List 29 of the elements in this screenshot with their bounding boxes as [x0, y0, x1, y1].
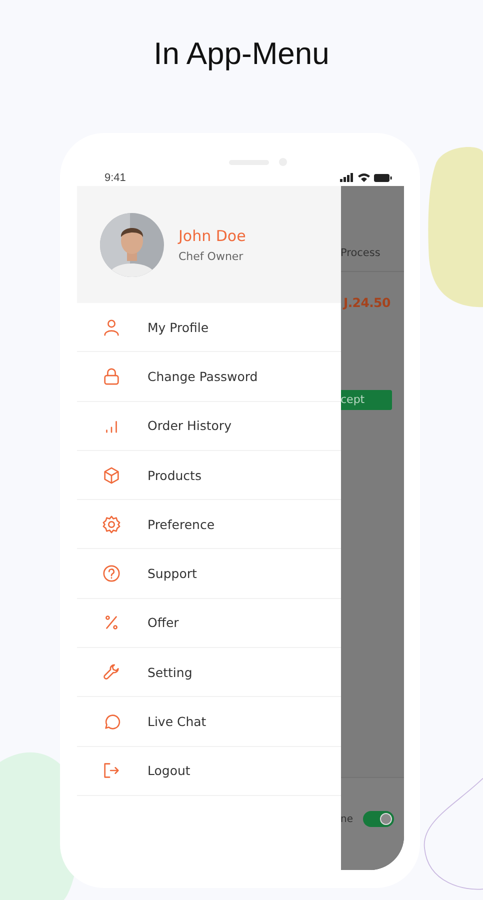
menu-item[interactable]: Order History	[76, 402, 340, 451]
accept-button[interactable]: cept	[340, 390, 392, 410]
logout-icon	[102, 761, 120, 780]
menu-item[interactable]: My Profile	[76, 303, 340, 352]
battery-icon	[374, 174, 392, 182]
user-role: Chef Owner	[178, 250, 244, 262]
menu-item[interactable]: Logout	[76, 746, 340, 796]
page-title: In App-Menu	[154, 35, 330, 73]
wrench-icon	[102, 662, 120, 682]
help-icon	[102, 564, 120, 584]
user-icon	[102, 318, 120, 337]
menu-item[interactable]: Offer	[76, 598, 340, 648]
settings-icon	[102, 514, 120, 534]
menu-item[interactable]: Change Password	[76, 352, 340, 402]
menu-item[interactable]: Preference	[76, 500, 340, 550]
signal-icon	[340, 173, 354, 182]
toggle-switch[interactable]	[363, 811, 394, 827]
status-time: 9:41	[104, 172, 126, 184]
price-text: J.24.50	[342, 295, 392, 310]
menu-item[interactable]: Products	[76, 450, 340, 500]
menu-item[interactable]: Live Chat	[76, 697, 340, 747]
toggle-label: ne	[340, 814, 353, 824]
wifi-icon	[358, 173, 370, 182]
menu-item[interactable]: Support	[76, 549, 340, 599]
box-icon	[102, 466, 120, 485]
lock-icon	[102, 366, 120, 386]
user-name: John Doe	[178, 226, 246, 244]
tab-label: Process	[340, 247, 404, 272]
menu-item[interactable]: Setting	[76, 648, 340, 698]
